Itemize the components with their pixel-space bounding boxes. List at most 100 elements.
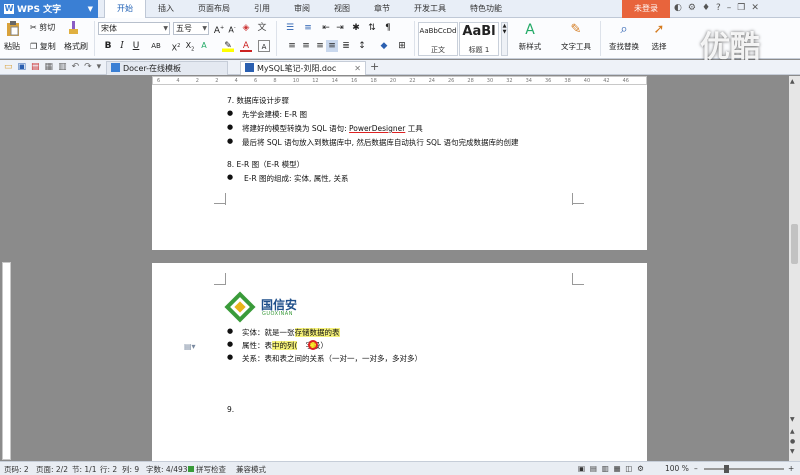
restore-icon[interactable]: ❐ bbox=[737, 3, 745, 13]
tab-chapter[interactable]: 章节 bbox=[362, 0, 402, 18]
pinyin-icon[interactable]: 文 bbox=[256, 22, 268, 34]
next-page-icon[interactable]: ▼ bbox=[790, 448, 795, 455]
line-spacing-icon[interactable]: ↕ bbox=[356, 40, 368, 52]
select-browse-icon[interactable]: ● bbox=[790, 438, 795, 445]
save-icon[interactable]: ▣ bbox=[18, 62, 27, 72]
status-page[interactable]: 页码: 2 bbox=[4, 464, 29, 475]
login-button[interactable]: 未登录 bbox=[622, 0, 670, 18]
tab-references[interactable]: 引用 bbox=[242, 0, 282, 18]
tab-view[interactable]: 视图 bbox=[322, 0, 362, 18]
grow-font-icon[interactable]: A+ bbox=[213, 22, 225, 36]
status-line[interactable]: 行: 2 bbox=[100, 464, 117, 475]
font-size-select[interactable]: 五号 ▼ bbox=[173, 22, 209, 35]
close-icon[interactable]: ✕ bbox=[751, 3, 759, 13]
bullet-list-icon[interactable]: ☰ bbox=[284, 22, 296, 34]
borders-icon[interactable]: ⊞ bbox=[396, 40, 408, 52]
zoom-level[interactable]: 100 % bbox=[665, 464, 689, 473]
copy-button[interactable]: ❐ 复制 bbox=[30, 41, 56, 52]
highlight-icon[interactable]: ✎ bbox=[222, 40, 234, 52]
customize-icon[interactable]: ▾ bbox=[97, 62, 102, 72]
horizontal-ruler[interactable]: 6 4 2 2 4 6 8 10 12 14 16 18 20 22 24 26 28 30 32 34 36 38 40 4… bbox=[152, 76, 647, 85]
status-pages[interactable]: 页面: 2/2 bbox=[36, 464, 68, 475]
preview-icon[interactable]: ▥ bbox=[58, 62, 67, 72]
help-icon[interactable]: ? bbox=[716, 3, 721, 13]
doc-tab-mysql-notes[interactable]: MySQL笔记-刘阳.doc ✕ bbox=[240, 61, 366, 75]
doc-tab-docer[interactable]: Docer-在线模板 bbox=[106, 61, 228, 75]
scroll-up-icon[interactable]: ▲ bbox=[790, 78, 795, 85]
superscript-icon[interactable]: X2 bbox=[170, 40, 182, 53]
select-button[interactable]: ➚ 选择 bbox=[646, 21, 672, 52]
align-right-icon[interactable]: ≡ bbox=[314, 40, 326, 52]
paste-label[interactable]: 粘贴 bbox=[4, 41, 20, 52]
spell-check-toggle[interactable]: 拼写检查 bbox=[188, 464, 226, 475]
font-color-icon[interactable]: A bbox=[240, 40, 252, 52]
chinese-layout-icon[interactable]: ✱ bbox=[350, 22, 362, 34]
prev-page-icon[interactable]: ▲ bbox=[790, 428, 795, 435]
scrollbar-thumb[interactable] bbox=[791, 224, 798, 264]
bold-icon[interactable]: B bbox=[102, 40, 114, 52]
redo-icon[interactable]: ↷ bbox=[84, 62, 92, 72]
settings-icon[interactable]: ⚙ bbox=[688, 3, 696, 13]
zoom-in-icon[interactable]: + bbox=[788, 464, 794, 473]
open-icon[interactable]: ▭ bbox=[4, 62, 13, 72]
distributed-icon[interactable]: ≣ bbox=[340, 40, 352, 52]
tab-insert[interactable]: 插入 bbox=[146, 0, 186, 18]
undo-icon[interactable]: ↶ bbox=[72, 62, 80, 72]
shading-icon[interactable]: ◆ bbox=[378, 40, 390, 52]
format-painter-button[interactable] bbox=[66, 21, 80, 35]
align-left-icon[interactable]: ≡ bbox=[286, 40, 298, 52]
shrink-font-icon[interactable]: A- bbox=[226, 22, 238, 35]
paragraph-handle-icon[interactable]: ▤▾ bbox=[184, 342, 196, 351]
new-style-button[interactable]: A 新样式 bbox=[514, 21, 546, 52]
style-heading-1[interactable]: AaBl 标题 1 bbox=[459, 22, 499, 56]
view-mode-icons[interactable]: ▣ ▤ ▥ ▦ ◫ ⚙ bbox=[578, 464, 644, 473]
document-page-1[interactable]: 7. 数据库设计步骤 ● 先学会建模: E-R 图 ● 将建好的模型转换为 SQ… bbox=[152, 85, 647, 250]
skin-icon[interactable]: ◐ bbox=[674, 3, 682, 13]
export-pdf-icon[interactable]: ▤ bbox=[31, 62, 40, 72]
close-tab-icon[interactable]: ✕ bbox=[354, 62, 361, 75]
zoom-out-icon[interactable]: – bbox=[694, 464, 698, 473]
ruler-tick-label: 6 bbox=[157, 78, 161, 84]
text-tool-button[interactable]: ✎ 文字工具 bbox=[556, 21, 596, 52]
tab-review[interactable]: 审阅 bbox=[282, 0, 322, 18]
strikethrough-icon[interactable]: AB bbox=[146, 40, 166, 52]
tab-developer[interactable]: 开发工具 bbox=[402, 0, 458, 18]
sort-icon[interactable]: ⇅ bbox=[366, 22, 378, 34]
tab-page-layout[interactable]: 页面布局 bbox=[186, 0, 242, 18]
format-painter-label[interactable]: 格式刷 bbox=[64, 41, 88, 52]
print-icon[interactable]: ▦ bbox=[45, 62, 54, 72]
underline-icon[interactable]: U bbox=[130, 40, 142, 52]
status-words[interactable]: 字数: 4/493 bbox=[146, 464, 188, 475]
increase-indent-icon[interactable]: ⇥ bbox=[334, 22, 346, 34]
tab-features[interactable]: 特色功能 bbox=[458, 0, 514, 18]
styles-scroll-button[interactable]: ▲ ▼ bbox=[501, 22, 508, 56]
minimize-icon[interactable]: – bbox=[727, 3, 732, 13]
clear-format-icon[interactable]: ◈ bbox=[240, 22, 252, 34]
app-menu-button[interactable]: W WPS 文字 ▼ bbox=[0, 0, 98, 18]
paste-button[interactable] bbox=[6, 21, 20, 37]
font-name-select[interactable]: 宋体 ▼ bbox=[98, 22, 170, 35]
scroll-down-icon[interactable]: ▼ bbox=[790, 416, 795, 423]
tab-home[interactable]: 开始 bbox=[104, 0, 146, 18]
decrease-indent-icon[interactable]: ⇤ bbox=[320, 22, 332, 34]
zoom-slider-knob[interactable] bbox=[724, 465, 729, 473]
justify-icon[interactable]: ≡ bbox=[326, 40, 338, 52]
document-page-2[interactable]: 国信安 GUOXINAN ● 实体：就是一张存储数据的表 ● 属性：表中的列(字… bbox=[152, 263, 647, 461]
show-marks-icon[interactable]: ¶ bbox=[382, 22, 394, 34]
align-center-icon[interactable]: ≡ bbox=[300, 40, 312, 52]
numbered-list-icon[interactable]: ≡ bbox=[302, 22, 314, 34]
vertical-scrollbar[interactable]: ▲ ▼ ▲ ● ▼ bbox=[789, 76, 800, 461]
status-section[interactable]: 节: 1/1 bbox=[72, 464, 96, 475]
char-border-icon[interactable]: A bbox=[258, 40, 270, 52]
vertical-ruler[interactable] bbox=[2, 262, 11, 460]
italic-icon[interactable]: I bbox=[116, 40, 128, 52]
subscript-icon[interactable]: X2 bbox=[184, 40, 196, 53]
add-tab-button[interactable]: + bbox=[370, 60, 379, 73]
change-case-icon[interactable]: A bbox=[198, 40, 210, 52]
find-replace-button[interactable]: ⌕ 查找替换 bbox=[604, 21, 644, 52]
style-normal[interactable]: AaBbCcDd 正文 bbox=[418, 22, 458, 56]
shirt-icon[interactable]: ♦ bbox=[702, 3, 710, 13]
status-column[interactable]: 列: 9 bbox=[122, 464, 139, 475]
cut-button[interactable]: ✂ 剪切 bbox=[30, 22, 55, 33]
zoom-slider[interactable] bbox=[704, 468, 784, 470]
